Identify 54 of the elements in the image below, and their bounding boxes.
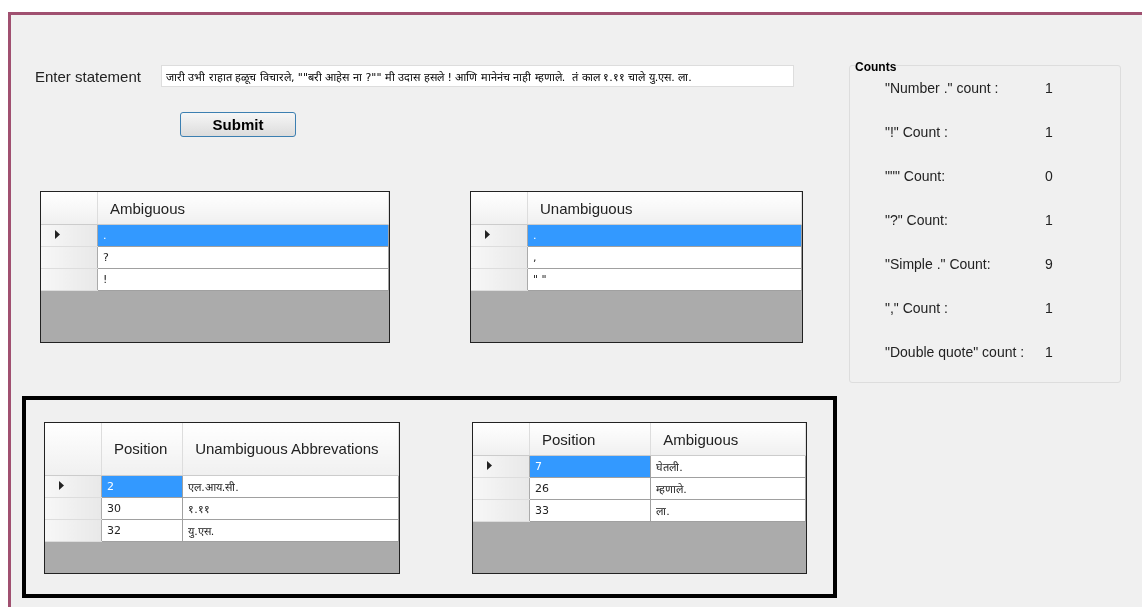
corner-header <box>45 423 102 476</box>
count-label: "Double quote" count : <box>885 344 1026 360</box>
statement-field[interactable]: जारी उभी राहात हळूच विचारले, ""बरी आहेस ना ?"" मी उदास हसले ! आणि मानेनंच नाही म्हणाले. तं काल १.११ चाले यु.एस. ला. <box>160 65 794 87</box>
row-header[interactable] <box>473 477 530 500</box>
column-header[interactable]: Position <box>101 423 183 476</box>
column-header[interactable]: Unambiguous <box>527 192 802 225</box>
row-header[interactable] <box>41 246 98 269</box>
count-value: 9 <box>1045 256 1053 272</box>
corner-header <box>473 423 530 456</box>
count-value: 1 <box>1045 212 1053 228</box>
row-header[interactable] <box>473 455 530 478</box>
table-cell[interactable]: १.११ <box>182 497 399 520</box>
corner-header <box>471 192 528 225</box>
count-value: 1 <box>1045 344 1053 360</box>
corner-header <box>41 192 98 225</box>
table-cell[interactable]: म्हणाले. <box>650 477 806 500</box>
column-header[interactable]: Position <box>529 423 651 456</box>
table-cell[interactable]: " " <box>527 268 802 291</box>
row-header[interactable] <box>471 268 528 291</box>
row-header[interactable] <box>471 224 528 247</box>
count-label: "," Count : <box>885 300 949 316</box>
row-header[interactable] <box>41 224 98 247</box>
statement-label: Enter statement <box>35 67 141 85</box>
count-value: 1 <box>1045 300 1053 316</box>
row-header[interactable] <box>45 519 102 542</box>
table-cell[interactable]: एल.आय.सी. <box>182 475 399 498</box>
row-header[interactable] <box>45 497 102 520</box>
count-value: 1 <box>1045 80 1053 96</box>
count-label: "Simple ." Count: <box>885 256 992 272</box>
column-header[interactable]: Ambiguous <box>650 423 806 456</box>
submit-button[interactable]: Submit <box>180 112 296 137</box>
row-header[interactable] <box>41 268 98 291</box>
table-cell[interactable]: यु.एस. <box>182 519 399 542</box>
data-grid[interactable]: Ambiguous . ? ! <box>40 191 390 343</box>
table-cell[interactable]: ? <box>97 246 389 269</box>
group-title: Counts <box>855 60 897 74</box>
count-value: 0 <box>1045 168 1053 184</box>
table-cell[interactable]: घेतली. <box>650 455 806 478</box>
column-header[interactable]: Ambiguous <box>97 192 389 225</box>
data-grid[interactable]: Unambiguous . , " " <box>470 191 803 343</box>
column-header[interactable]: Unambiguous Abbrevations <box>182 423 399 476</box>
data-grid[interactable]: Position Unambiguous Abbrevations 2 एल.आय.सी. 30 १.११ 32 यु.एस. <box>44 422 400 574</box>
table-cell[interactable]: ला. <box>650 499 806 522</box>
row-header[interactable] <box>45 475 102 498</box>
table-cell[interactable]: , <box>527 246 802 269</box>
count-label: "!" Count : <box>885 124 949 140</box>
count-value: 1 <box>1045 124 1053 140</box>
row-header[interactable] <box>473 499 530 522</box>
count-label: "Number ." count : <box>885 80 1000 96</box>
table-cell[interactable]: ! <box>97 268 389 291</box>
row-header[interactable] <box>471 246 528 269</box>
data-grid[interactable]: Position Ambiguous 7 घेतली. 26 म्हणाले. 33 ला. <box>472 422 807 574</box>
count-label: "?" Count: <box>885 212 949 228</box>
count-label: """ Count: <box>885 168 947 184</box>
